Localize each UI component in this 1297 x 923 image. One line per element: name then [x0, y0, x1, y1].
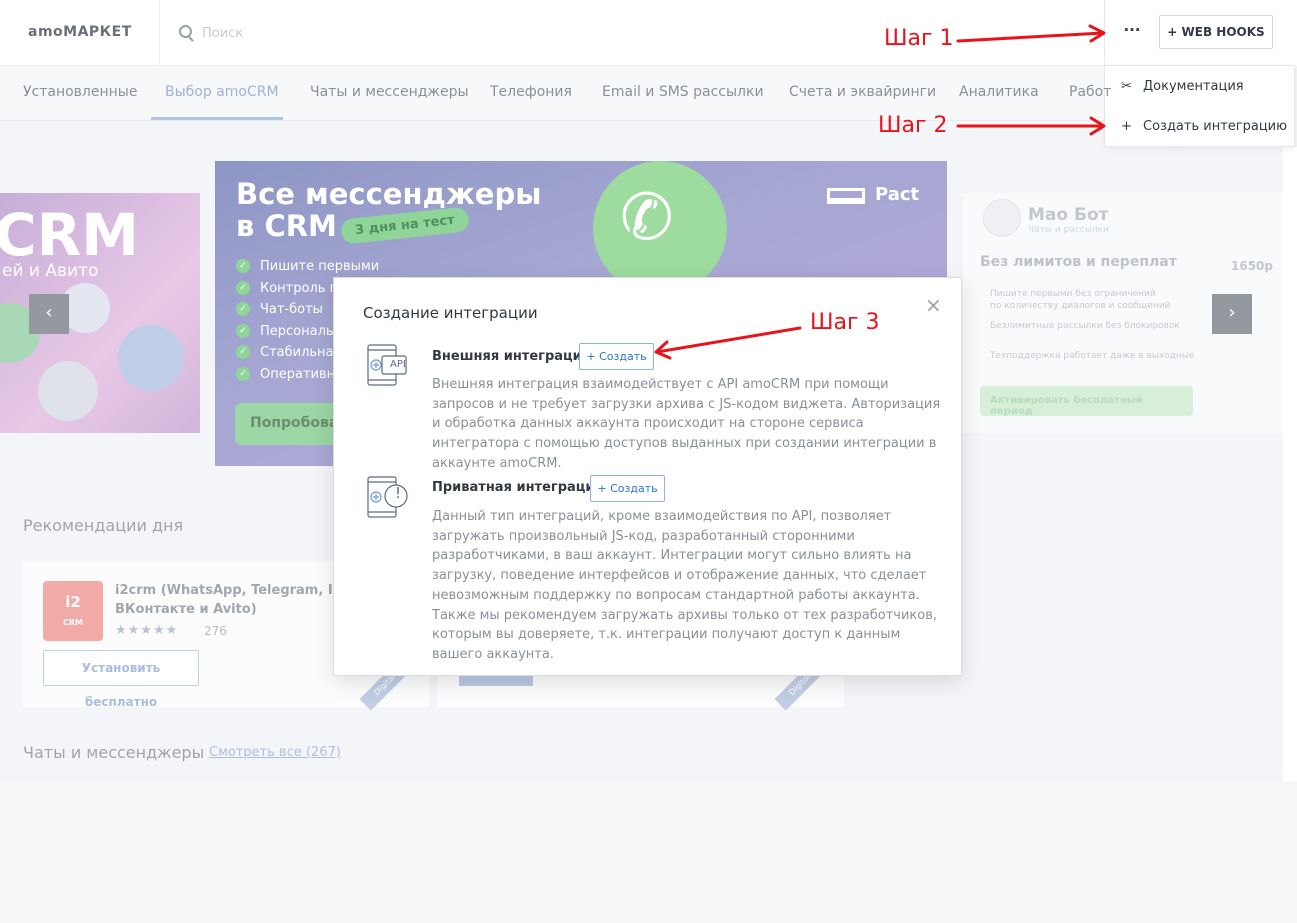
tab-amocrm-choice[interactable]: Выбор amoCRM: [165, 84, 279, 100]
tab-installed[interactable]: Установленные: [23, 84, 137, 100]
banner-trial-badge: 3 дня на тест: [340, 206, 470, 245]
pact-brand: Pact: [875, 184, 920, 205]
logo-text: i2: [65, 593, 81, 611]
step-3-label: Шаг 3: [810, 310, 880, 335]
banner-right-line: Пишите первыми без ограничений: [990, 289, 1156, 299]
more-menu-button[interactable]: ···: [1117, 20, 1147, 44]
banner-title-line1: Все мессенджеры: [236, 177, 542, 211]
telegram-bubble-icon: [38, 361, 98, 421]
banner-left-title: CRM: [0, 201, 139, 269]
banner-right-subtitle: Чаты и рассылки: [1028, 225, 1109, 235]
tab-analytics[interactable]: Аналитика: [959, 84, 1039, 100]
step-2-label: Шаг 2: [878, 113, 948, 138]
external-integration-title: Внешняя интеграция: [432, 349, 591, 364]
banner-right-line: Безлимитные рассылки без блокировок: [990, 321, 1180, 331]
tab-invoices[interactable]: Счета и эквайринги: [789, 84, 936, 100]
bot-avatar: [983, 199, 1021, 237]
pact-logo-icon: [827, 188, 865, 204]
carousel-prev-button[interactable]: ‹: [29, 294, 69, 334]
api-icon-text: API: [390, 359, 406, 370]
logo-subtext: CRM: [63, 618, 83, 627]
top-header: amoМАРКЕТ: [0, 0, 1297, 66]
banner-right-price: 1650р: [1231, 259, 1273, 273]
whatsapp-icon: ✆: [620, 181, 674, 255]
banner-right-headline: Без лимитов и переплат: [980, 254, 1177, 270]
tab-work[interactable]: Работ: [1069, 84, 1111, 100]
step-1-label: Шаг 1: [884, 26, 954, 51]
tab-email-sms[interactable]: Email и SMS рассылки: [602, 84, 764, 100]
banner-title-line2: в CRM: [236, 209, 337, 243]
banner-right-line: Техподдержка работает даже в выходные: [990, 351, 1195, 361]
menu-item-create-integration[interactable]: + Создать интеграцию: [1105, 107, 1296, 147]
tools-icon: ✂: [1121, 79, 1132, 94]
webhooks-button[interactable]: + WEB HOOKS: [1159, 15, 1273, 49]
carousel-next-button[interactable]: ›: [1212, 294, 1252, 334]
private-integration-title: Приватная интеграция: [432, 480, 603, 495]
external-integration-description: Внешняя интеграция взаимодействует с API…: [432, 377, 941, 471]
private-integration-description: Данный тип интеграций, кроме взаимодейст…: [432, 509, 938, 662]
banner-right-line: по количеству диалогов и сообщений: [990, 301, 1171, 311]
warning-icon: !: [395, 484, 402, 502]
create-integration-modal: Создание интеграции × API Внешняя интегр…: [333, 277, 962, 676]
banner-left-subtitle: ей и Авито: [2, 261, 99, 281]
create-external-button[interactable]: + Создать: [579, 343, 654, 370]
see-all-link[interactable]: Смотреть все (267): [209, 745, 341, 760]
header-divider: [159, 0, 160, 66]
recommendations-title: Рекомендации дня: [23, 516, 184, 535]
modal-title: Создание интеграции: [363, 304, 538, 322]
page-footer-area: [0, 782, 1297, 923]
create-private-button[interactable]: + Создать: [590, 475, 665, 502]
tab-chats[interactable]: Чаты и мессенджеры: [310, 84, 469, 100]
banner-right-title: Мао Бот: [1028, 205, 1109, 225]
search-input[interactable]: [202, 22, 502, 44]
search-icon: [179, 25, 192, 38]
rating-stars-icon: ★★★★★: [115, 623, 179, 638]
vk-bubble-icon: [118, 325, 184, 391]
more-dropdown-menu: ✂ Документация + Создать интеграцию: [1104, 65, 1295, 147]
active-tab-indicator: [151, 117, 283, 120]
private-integration-icon: [367, 476, 408, 518]
right-edge-strip: [1283, 147, 1297, 782]
banner-right-activate-button[interactable]: Активировать бесплатный период: [980, 386, 1193, 417]
app-logo[interactable]: amoМАРКЕТ: [28, 24, 132, 40]
plus-icon: +: [1121, 119, 1132, 134]
rating-count: 276: [204, 624, 227, 638]
close-icon[interactable]: ×: [925, 293, 942, 317]
i2crm-logo: i2 CRM: [43, 581, 103, 641]
install-free-button[interactable]: Установить бесплатно: [43, 650, 199, 709]
chats-section-title: Чаты и мессенджеры: [23, 743, 205, 762]
menu-item-label: Документация: [1143, 79, 1244, 94]
tab-telephony[interactable]: Телефония: [490, 84, 572, 100]
menu-item-documentation[interactable]: ✂ Документация: [1105, 67, 1296, 107]
menu-item-label: Создать интеграцию: [1143, 119, 1288, 134]
